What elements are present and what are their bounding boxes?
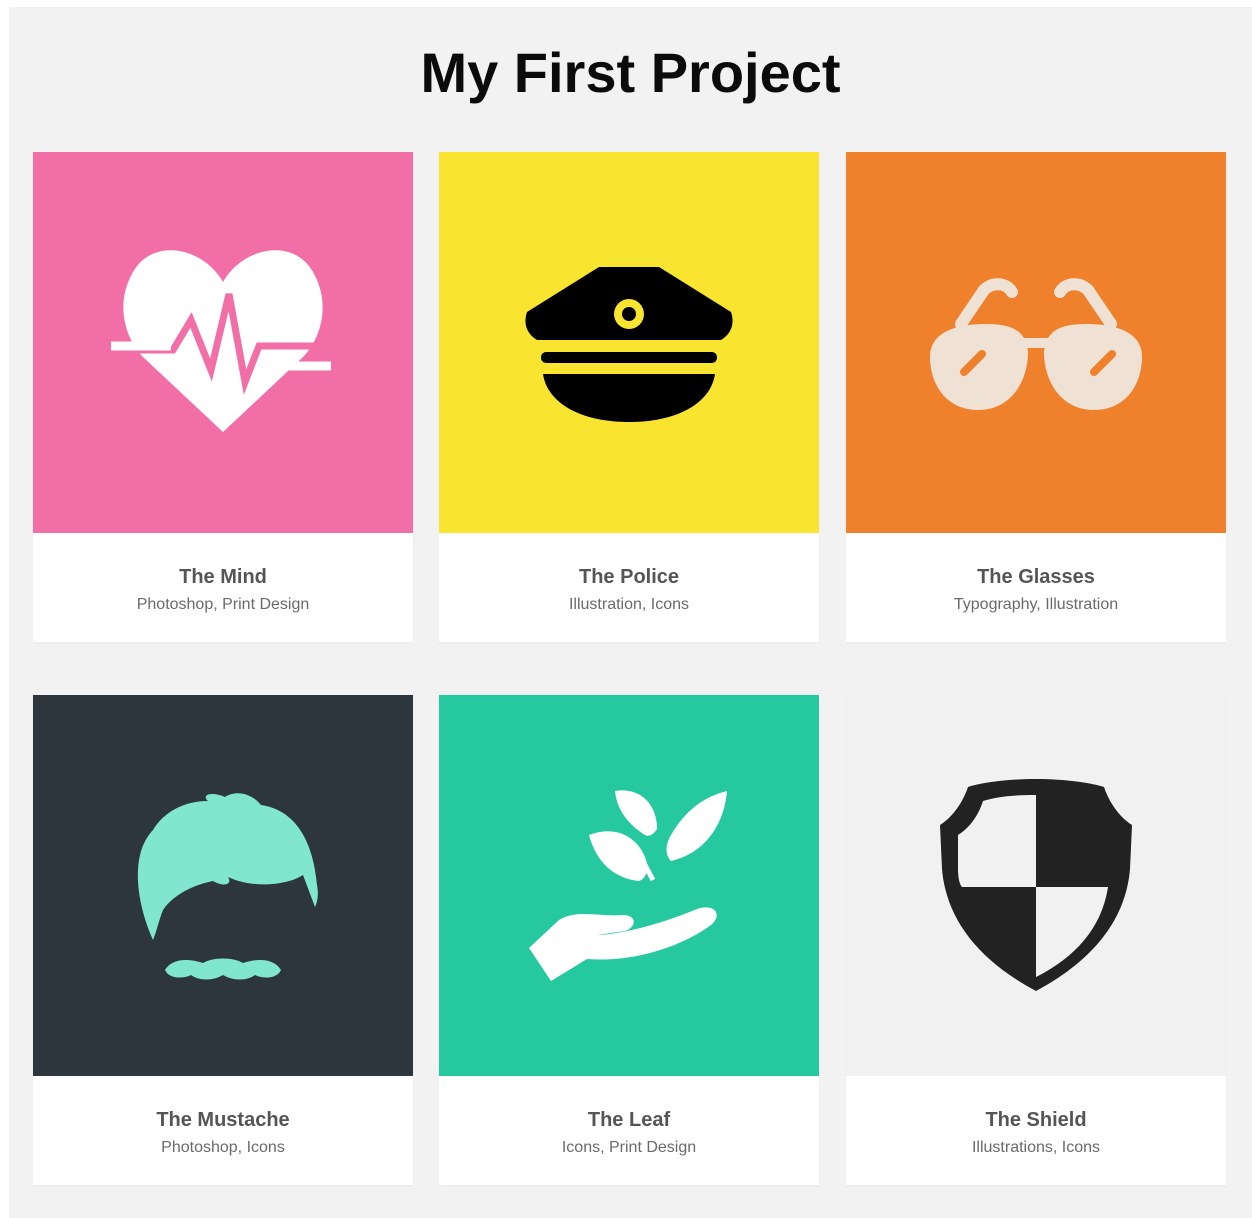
project-thumbnail[interactable] — [33, 695, 413, 1076]
project-caption: The Mind Photoshop, Print Design — [33, 533, 413, 642]
project-caption: The Glasses Typography, Illustration — [846, 533, 1226, 642]
project-thumbnail[interactable] — [33, 152, 413, 533]
project-name[interactable]: The Police — [439, 565, 819, 589]
hair-mustache-icon — [137, 793, 318, 980]
project-card-mustache[interactable]: The Mustache Photoshop, Icons — [33, 695, 413, 1185]
page-title: My First Project — [420, 41, 841, 104]
project-name[interactable]: The Shield — [846, 1108, 1226, 1132]
project-tags: Typography, Illustration — [953, 596, 1119, 613]
project-caption: The Shield Illustrations, Icons — [846, 1076, 1226, 1185]
project-thumbnail[interactable] — [846, 695, 1226, 1076]
project-tags: Icons, Print Design — [561, 1139, 697, 1156]
project-name[interactable]: The Glasses — [846, 565, 1226, 589]
project-thumbnail[interactable] — [439, 152, 819, 533]
project-card-leaf[interactable]: The Leaf Icons, Print Design — [439, 695, 819, 1185]
project-thumbnail[interactable] — [439, 695, 819, 1076]
page: My First Project The Mind Photoshop, Pri… — [9, 7, 1252, 1218]
police-cap-icon — [525, 267, 733, 422]
project-caption: The Leaf Icons, Print Design — [439, 1076, 819, 1185]
project-name[interactable]: The Mind — [33, 565, 413, 589]
project-tags: Photoshop, Icons — [161, 1139, 285, 1156]
project-caption: The Police Illustration, Icons — [439, 533, 819, 642]
project-tags: Photoshop, Print Design — [136, 596, 310, 613]
shield-icon — [940, 779, 1132, 991]
sunglasses-icon — [930, 278, 1142, 410]
project-thumbnail[interactable] — [846, 152, 1226, 533]
project-card-police[interactable]: The Police Illustration, Icons — [439, 152, 819, 642]
project-name[interactable]: The Leaf — [439, 1108, 819, 1132]
project-name[interactable]: The Mustache — [33, 1108, 413, 1132]
project-caption: The Mustache Photoshop, Icons — [33, 1076, 413, 1185]
project-card-glasses[interactable]: The Glasses Typography, Illustration — [846, 152, 1226, 642]
heartbeat-icon — [111, 250, 333, 432]
project-card-mind[interactable]: The Mind Photoshop, Print Design — [33, 152, 413, 642]
project-tags: Illustrations, Icons — [971, 1139, 1101, 1156]
hand-leaf-icon — [529, 790, 727, 981]
project-card-shield[interactable]: The Shield Illustrations, Icons — [846, 695, 1226, 1185]
project-tags: Illustration, Icons — [568, 596, 690, 613]
